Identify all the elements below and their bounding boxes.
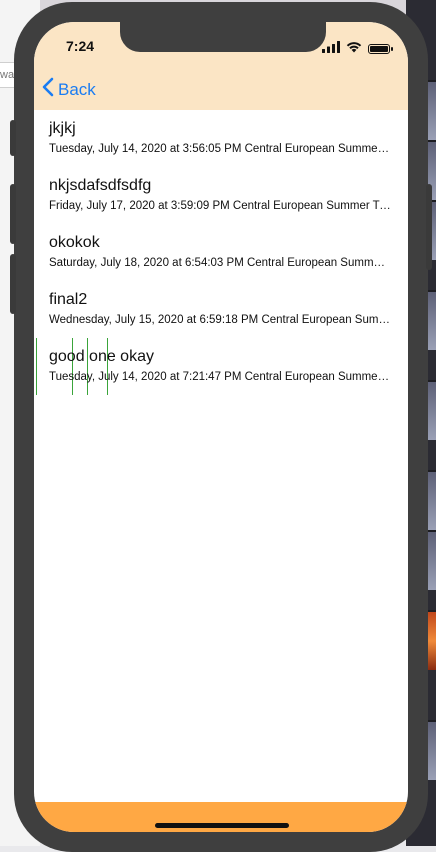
layout-guide-line xyxy=(87,338,88,395)
power-button xyxy=(426,184,432,270)
item-date: Wednesday, July 15, 2020 at 6:59:18 PM C… xyxy=(49,314,391,326)
item-title: okokok xyxy=(49,234,100,251)
layout-guide-line xyxy=(36,338,37,395)
back-button[interactable]: Back xyxy=(42,77,96,102)
wifi-icon xyxy=(346,40,362,58)
layout-guide-line xyxy=(107,338,108,395)
item-date: Tuesday, July 14, 2020 at 3:56:05 PM Cen… xyxy=(49,143,391,155)
item-title: final2 xyxy=(49,291,88,308)
battery-icon xyxy=(368,44,393,54)
item-title: good one okay xyxy=(49,348,154,365)
status-time: 7:24 xyxy=(66,38,95,54)
item-date: Tuesday, July 14, 2020 at 7:21:47 PM Cen… xyxy=(49,371,391,383)
bottom-bar xyxy=(34,802,408,832)
notch xyxy=(120,22,326,52)
item-title: jkjkj xyxy=(49,120,76,137)
iphone-simulator: 7:24 Back jkjkj Tuesday, July 14, 2020 a… xyxy=(10,2,432,852)
item-date: Friday, July 17, 2020 at 3:59:09 PM Cent… xyxy=(49,200,391,212)
chevron-left-icon xyxy=(42,77,54,102)
list-item[interactable]: nkjsdafsdfsdfg Friday, July 17, 2020 at … xyxy=(34,167,408,224)
home-indicator xyxy=(155,823,289,828)
volume-down-button xyxy=(10,254,16,314)
layout-guide-line xyxy=(72,338,73,395)
app-screen: 7:24 Back jkjkj Tuesday, July 14, 2020 a… xyxy=(34,22,408,832)
signal-icon xyxy=(322,40,340,58)
status-icons xyxy=(322,40,393,58)
item-title: nkjsdafsdfsdfg xyxy=(49,177,152,194)
mute-switch xyxy=(10,120,16,156)
item-date: Saturday, July 18, 2020 at 6:54:03 PM Ce… xyxy=(49,257,391,269)
volume-up-button xyxy=(10,184,16,244)
list-item[interactable]: final2 Wednesday, July 15, 2020 at 6:59:… xyxy=(34,281,408,338)
entries-list: jkjkj Tuesday, July 14, 2020 at 3:56:05 … xyxy=(34,110,408,395)
list-item[interactable]: jkjkj Tuesday, July 14, 2020 at 3:56:05 … xyxy=(34,110,408,167)
back-button-label: Back xyxy=(58,79,96,99)
list-item[interactable]: okokok Saturday, July 18, 2020 at 6:54:0… xyxy=(34,224,408,281)
list-item[interactable]: good one okay Tuesday, July 14, 2020 at … xyxy=(34,338,408,395)
navigation-bar: 7:24 Back xyxy=(34,22,408,110)
